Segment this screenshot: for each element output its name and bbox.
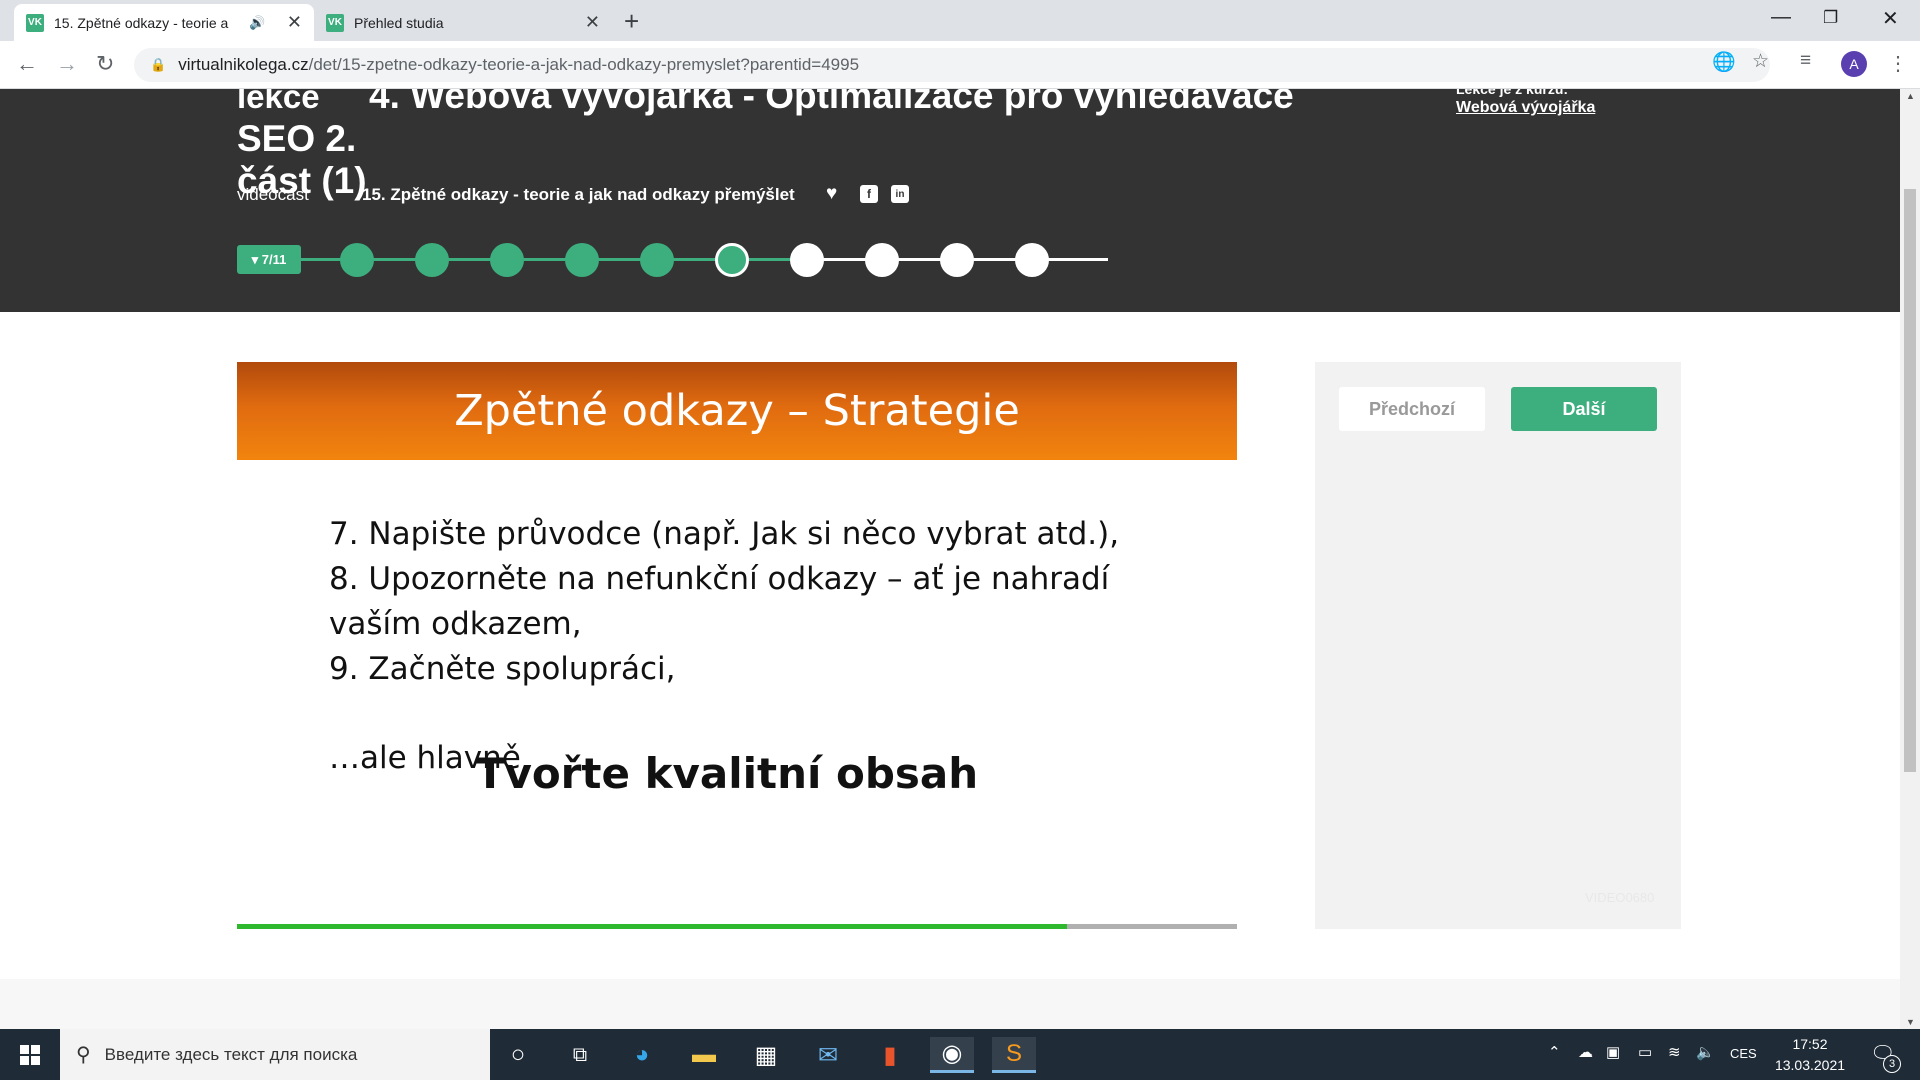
vk-favicon-icon: VK	[26, 13, 44, 32]
tab-lesson[interactable]: VK 15. Zpětné odkazy - teorie a 🔊 ✕	[14, 4, 314, 41]
video-progress-fill	[237, 924, 1067, 929]
slide-heading-banner: Zpětné odkazy – Strategie	[237, 362, 1237, 460]
progress-step-10[interactable]	[940, 243, 974, 277]
course-link-caption: Lekce je z kurzu:	[1456, 89, 1569, 97]
progress-step-8[interactable]	[790, 243, 824, 277]
onedrive-icon[interactable]: ☁	[1578, 1043, 1593, 1061]
bookmark-star-icon[interactable]: ☆	[1752, 50, 1769, 73]
video-code: VIDEO0680	[1585, 890, 1655, 905]
file-explorer-icon[interactable]: ▬	[682, 1037, 726, 1073]
close-tab-icon[interactable]: ✕	[287, 12, 302, 33]
vk-favicon-icon: VK	[326, 13, 344, 32]
progress-step-2[interactable]	[340, 243, 374, 277]
search-placeholder: Введите здесь текст для поиска	[104, 1044, 358, 1064]
new-tab-icon[interactable]: +	[624, 6, 639, 37]
tab-study-overview[interactable]: VK Přehled studia ✕	[314, 4, 612, 41]
step-counter-badge[interactable]: ▾ 7/11	[237, 245, 301, 274]
progress-step-6[interactable]	[640, 243, 674, 277]
back-icon[interactable]: ←	[16, 51, 38, 77]
heart-icon[interactable]: ♥	[826, 183, 837, 205]
speaker-icon[interactable]: 🔊	[249, 15, 265, 31]
battery-icon[interactable]: ▭	[1638, 1043, 1652, 1061]
reload-icon[interactable]: ↻	[96, 51, 114, 77]
scrollbar-thumb[interactable]	[1904, 189, 1916, 772]
address-bar[interactable]: 🔒 virtualnikolega.cz/det/15-zpetne-odkaz…	[134, 48, 1770, 82]
video-progress-bar[interactable]	[237, 924, 1237, 929]
windows-logo-icon	[20, 1044, 40, 1065]
restore-icon[interactable]: ❐	[1823, 8, 1838, 28]
course-link[interactable]: Webová vývojářka	[1456, 99, 1595, 117]
volume-icon[interactable]: 🔈	[1696, 1043, 1715, 1061]
translate-icon[interactable]: 🌐	[1712, 50, 1736, 74]
edge-icon[interactable]: ◕	[620, 1037, 664, 1073]
page-viewport: lekce 4. Webová vývojářka - Optimalizace …	[0, 89, 1900, 1029]
slide-line: 9. Začněte spolupráci,	[329, 651, 676, 687]
scroll-up-icon[interactable]: ▲	[1906, 91, 1915, 101]
security-icon[interactable]: ▣	[1606, 1043, 1620, 1061]
lesson-header: lekce 4. Webová vývojářka - Optimalizace …	[0, 89, 1900, 312]
mail-icon[interactable]: ✉	[806, 1037, 850, 1073]
forward-icon[interactable]: →	[56, 51, 78, 77]
clock-time: 17:52	[1792, 1036, 1828, 1052]
tab-title: 15. Zpětné odkazy - teorie a	[54, 14, 229, 31]
slide-emphasis: Tvořte kvalitní obsah	[475, 749, 979, 798]
media-control-icon[interactable]: ≡	[1800, 50, 1811, 72]
previous-button[interactable]: Předchozí	[1339, 387, 1485, 431]
scroll-down-icon[interactable]: ▼	[1906, 1017, 1915, 1027]
chrome-icon[interactable]: ◉	[930, 1037, 974, 1073]
progress-step-11[interactable]	[1015, 243, 1049, 277]
task-view-icon[interactable]: ⧉	[558, 1037, 602, 1073]
store-icon[interactable]: ▦	[744, 1037, 788, 1073]
videopart-title: 15. Zpětné odkazy - teorie a jak nad odk…	[362, 185, 795, 204]
lock-icon[interactable]: 🔒	[150, 57, 166, 73]
below-fold-section	[0, 979, 1900, 1029]
next-button[interactable]: Další	[1511, 387, 1657, 431]
menu-kebab-icon[interactable]: ⋮	[1888, 51, 1908, 76]
url-host: virtualnikolega.cz	[178, 55, 309, 74]
system-clock[interactable]: 17:52 13.03.2021	[1760, 1034, 1860, 1076]
linkedin-icon[interactable]: in	[891, 185, 909, 203]
facebook-icon[interactable]: f	[860, 185, 878, 203]
taskbar-search[interactable]: ⚲ Введите здесь текст для поиска	[60, 1029, 490, 1080]
sublime-text-icon[interactable]: S	[992, 1037, 1036, 1073]
browser-tab-bar: VK 15. Zpětné odkazy - teorie a 🔊 ✕ VK P…	[0, 0, 1920, 41]
video-slide[interactable]: Zpětné odkazy – Strategie 7. Napište prů…	[237, 362, 1237, 922]
slide-heading: Zpětné odkazy – Strategie	[454, 386, 1020, 436]
progress-step-3[interactable]	[415, 243, 449, 277]
url-path: /det/15-zpetne-odkazy-teorie-a-jak-nad-o…	[308, 55, 860, 74]
wifi-icon[interactable]: ≋	[1668, 1043, 1681, 1061]
tab-title: Přehled studia	[354, 14, 444, 31]
windows-taskbar: ⚲ Введите здесь текст для поиска ○ ⧉ ◕ ▬…	[0, 1029, 1920, 1080]
search-icon: ⚲	[76, 1044, 91, 1066]
close-tab-icon[interactable]: ✕	[585, 12, 600, 33]
notification-count: 3	[1883, 1055, 1901, 1073]
progress-step-9[interactable]	[865, 243, 899, 277]
close-window-icon[interactable]: ✕	[1882, 6, 1899, 31]
side-panel: Předchozí Další VIDEO0680	[1315, 362, 1681, 929]
browser-toolbar: ← → ↻ 🔒 virtualnikolega.cz/det/15-zpetne…	[0, 41, 1920, 89]
profile-avatar[interactable]: A	[1841, 51, 1867, 77]
progress-step-7[interactable]	[715, 243, 749, 277]
page-scrollbar[interactable]: ▲ ▼	[1900, 89, 1920, 1029]
start-button[interactable]	[0, 1029, 60, 1080]
tray-chevron-icon[interactable]: ⌃	[1548, 1043, 1561, 1061]
slide-body: 7. Napište průvodce (např. Jak si něco v…	[329, 512, 1189, 781]
progress-step-5[interactable]	[565, 243, 599, 277]
input-language[interactable]: CES	[1730, 1046, 1757, 1061]
clock-date: 13.03.2021	[1774, 1057, 1846, 1073]
slide-line: 7. Napište průvodce (např. Jak si něco v…	[329, 516, 1120, 552]
videopart-label: videočást	[237, 185, 309, 204]
slide-line: vaším odkazem,	[329, 606, 582, 642]
slide-line: 8. Upozorněte na nefunkční odkazy – ať j…	[329, 561, 1110, 597]
minimize-icon[interactable]: —	[1771, 6, 1791, 29]
lesson-label: lekce	[237, 89, 320, 115]
cortana-icon[interactable]: ○	[496, 1037, 540, 1073]
office-icon[interactable]: ▮	[868, 1037, 912, 1073]
progress-step-4[interactable]	[490, 243, 524, 277]
